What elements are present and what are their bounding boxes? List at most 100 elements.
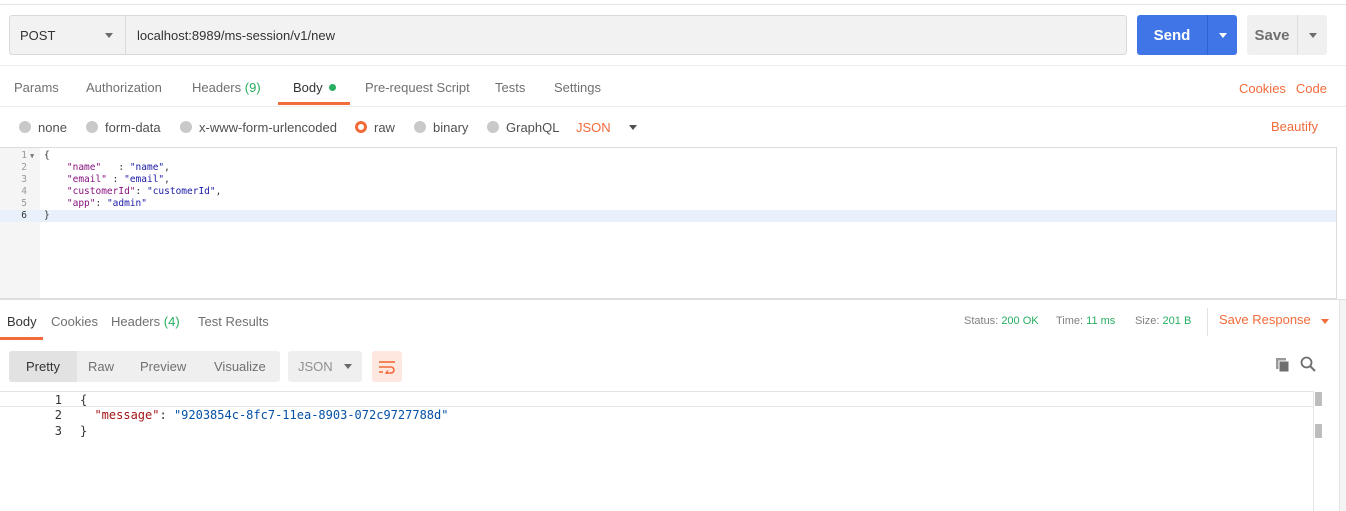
chevron-down-icon [628, 124, 637, 130]
body-type-urlencoded[interactable]: x-www-form-urlencoded [180, 107, 337, 147]
response-format-select[interactable]: JSON [288, 351, 362, 382]
method-label: POST [20, 27, 56, 43]
code-line: 4 "customerId": "customerId", [0, 186, 1336, 198]
code-text: "email" : "email", [66, 174, 170, 185]
url-input[interactable] [125, 15, 1127, 55]
response-line: 3 } [0, 423, 1313, 439]
code-line: 1 ▼ { [0, 150, 1336, 162]
view-pretty-button[interactable]: Pretty [9, 351, 77, 382]
chevron-down-icon [105, 32, 113, 38]
cookies-link[interactable]: Cookies [1239, 81, 1286, 96]
radio-icon [414, 121, 426, 133]
code-text: { [44, 150, 50, 161]
response-tab-body[interactable]: Body [7, 300, 37, 340]
tab-headers[interactable]: Headers (9) [192, 66, 261, 106]
tab-label: Authorization [86, 80, 162, 95]
raw-format-label: JSON [576, 119, 611, 135]
body-type-form-data[interactable]: form-data [86, 107, 161, 147]
line-number: 1 [21, 150, 27, 161]
save-options-button[interactable] [1297, 15, 1327, 55]
body-type-binary[interactable]: binary [414, 107, 468, 147]
response-scrollbar[interactable] [1313, 391, 1326, 511]
code-line: 5 "app": "admin" [0, 198, 1336, 210]
response-tab-test-results[interactable]: Test Results [198, 300, 269, 340]
save-button[interactable]: Save [1247, 15, 1297, 55]
status-value[interactable]: 200 OK [1001, 315, 1038, 327]
line-number: 1 [54, 393, 62, 407]
method-select[interactable]: POST [9, 15, 125, 55]
body-type-options: none form-data x-www-form-urlencoded raw… [0, 107, 1346, 147]
response-tabs: Body Cookies Headers (4) Test Results St… [0, 300, 1346, 340]
radio-label: form-data [105, 119, 161, 135]
size-info: Size: 201 B [1135, 300, 1191, 340]
code-text: "name" : "name", [66, 162, 170, 173]
request-tabs: Params Authorization Headers (9) Body Pr… [0, 66, 1346, 106]
radio-label: none [38, 119, 67, 135]
send-button[interactable]: Send [1137, 15, 1207, 55]
status-info: Status: 200 OK [964, 300, 1039, 340]
body-type-graphql[interactable]: GraphQL [487, 107, 559, 147]
scrollbar-thumb[interactable] [1315, 424, 1322, 438]
radio-icon [180, 121, 192, 133]
scrollbar-thumb[interactable] [1315, 392, 1322, 406]
code-line-active: 6 } [0, 210, 1336, 222]
code-text: "message": "9203854c-8fc7-11ea-8903-072c… [94, 408, 449, 422]
copy-icon[interactable] [1275, 357, 1291, 373]
request-body-editor[interactable]: 1 ▼ { 2 "name" : "name", 3 "email" : "ema… [0, 147, 1337, 299]
chevron-down-icon [344, 364, 352, 369]
tab-authorization[interactable]: Authorization [86, 66, 162, 106]
tab-label: Headers [192, 80, 242, 95]
tab-params[interactable]: Params [14, 66, 59, 106]
time-label: Time: [1056, 315, 1084, 327]
tab-label: Tests [495, 80, 526, 95]
chevron-down-icon [1218, 32, 1227, 38]
active-response-tab-indicator [0, 337, 43, 340]
response-tab-headers[interactable]: Headers (4) [111, 300, 180, 340]
radio-icon [86, 121, 98, 133]
radio-checked-icon [355, 121, 367, 133]
tab-label: Test Results [198, 314, 269, 329]
wrap-lines-icon [379, 360, 395, 374]
body-type-raw[interactable]: raw [355, 107, 395, 147]
time-info: Time: 11 ms [1056, 300, 1115, 340]
tab-label: Pre-request Script [365, 80, 470, 95]
view-preview-button[interactable]: Preview [140, 351, 186, 382]
raw-format-select[interactable]: JSON [576, 107, 637, 147]
radio-label: binary [433, 119, 469, 135]
status-dot-icon [328, 84, 336, 91]
code-line: 3 "email" : "email", [0, 174, 1336, 186]
view-raw-button[interactable]: Raw [88, 351, 114, 382]
code-text: } [44, 210, 50, 221]
body-type-none[interactable]: none [19, 107, 67, 147]
response-tab-cookies[interactable]: Cookies [51, 300, 98, 340]
response-body-viewer[interactable]: 1 { 2 "message": "9203854c-8fc7-11ea-890… [0, 391, 1326, 511]
fold-icon[interactable]: ▼ [30, 150, 34, 162]
time-value[interactable]: 11 ms [1086, 315, 1115, 327]
code-text: { [80, 393, 88, 407]
radio-label: raw [374, 119, 395, 135]
search-icon[interactable] [1300, 356, 1316, 372]
page-scrollbar[interactable] [1339, 300, 1346, 511]
chevron-down-icon [1320, 319, 1329, 324]
beautify-link[interactable]: Beautify [1271, 107, 1318, 147]
response-line: 2 "message": "9203854c-8fc7-11ea-8903-07… [0, 407, 1313, 423]
line-number: 6 [21, 210, 27, 221]
tab-body[interactable]: Body [293, 66, 336, 106]
active-tab-indicator [278, 102, 350, 105]
radio-label: x-www-form-urlencoded [199, 119, 337, 135]
wrap-lines-button[interactable] [372, 351, 402, 382]
chevron-down-icon [1308, 32, 1317, 38]
tab-pre-request-script[interactable]: Pre-request Script [365, 66, 470, 106]
top-border [0, 4, 1346, 5]
size-value[interactable]: 201 B [1163, 315, 1192, 327]
save-response-button[interactable]: Save Response [1207, 308, 1329, 336]
tab-settings[interactable]: Settings [554, 66, 601, 106]
save-button-group: Save [1247, 15, 1327, 55]
response-line-active: 1 { [0, 391, 1313, 407]
code-link[interactable]: Code [1296, 81, 1327, 96]
line-number: 5 [21, 198, 27, 209]
send-options-button[interactable] [1207, 15, 1237, 55]
radio-icon [487, 121, 499, 133]
view-visualize-button[interactable]: Visualize [214, 351, 266, 382]
tab-tests[interactable]: Tests [495, 66, 525, 106]
